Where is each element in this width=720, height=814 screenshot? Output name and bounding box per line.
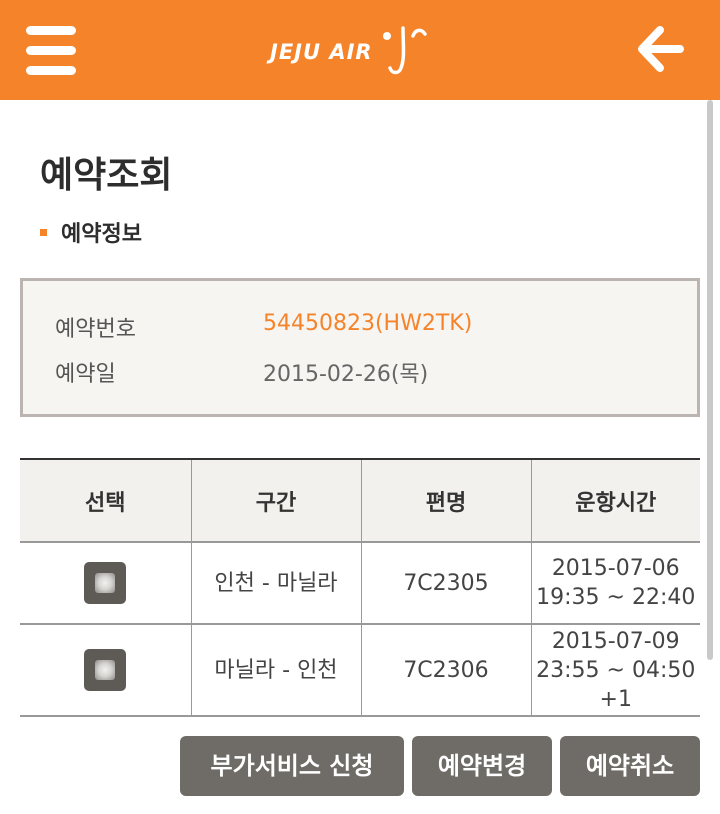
menu-icon[interactable] xyxy=(26,26,76,75)
app-header: JEJU AIR xyxy=(0,0,720,100)
header-time: 운항시간 xyxy=(530,458,700,543)
select-cell xyxy=(20,542,191,625)
change-reservation-button[interactable]: 예약변경 xyxy=(412,736,552,796)
jeju-air-logo[interactable]: JEJU AIR xyxy=(270,24,437,80)
select-checkbox[interactable] xyxy=(84,649,127,691)
extra-service-button[interactable]: 부가서비스 신청 xyxy=(180,736,404,796)
section-title-text: 예약정보 xyxy=(61,222,142,247)
header-select: 선택 xyxy=(20,458,191,543)
header-flight: 편명 xyxy=(360,458,531,543)
time-cell: 2015-07-06 19:35 ~ 22:40 xyxy=(530,542,700,625)
reservation-date-label: 예약일 xyxy=(55,362,116,387)
reservation-info-box: 예약번호 54450823(HW2TK) 예약일 2015-02-26(목) xyxy=(20,278,700,417)
smile-logo-icon xyxy=(382,26,427,75)
time-range: 23:55 ~ 04:50 xyxy=(536,657,696,683)
cancel-reservation-button[interactable]: 예약취소 xyxy=(560,736,700,796)
table-row: 인천 - 마닐라 7C2305 2015-07-06 19:35 ~ 22:40 xyxy=(20,542,700,625)
header-route: 구간 xyxy=(190,458,361,543)
flight-cell: 7C2305 xyxy=(360,542,531,625)
back-arrow-icon[interactable] xyxy=(634,24,686,74)
time-next-day: +1 xyxy=(599,686,632,712)
flight-cell: 7C2306 xyxy=(360,624,531,717)
time-range: 19:35 ~ 22:40 xyxy=(536,585,696,610)
time-cell: 2015-07-09 23:55 ~ 04:50 +1 xyxy=(530,624,700,717)
reservation-number-value: 54450823(HW2TK) xyxy=(263,311,473,336)
table-row: 마닐라 - 인천 7C2306 2015-07-09 23:55 ~ 04:50… xyxy=(20,624,700,717)
time-date: 2015-07-09 xyxy=(551,628,680,654)
reservation-number-label: 예약번호 xyxy=(55,317,136,342)
logo-text: JEJU AIR xyxy=(270,40,373,64)
time-date: 2015-07-06 xyxy=(551,556,680,581)
page-title: 예약조회 xyxy=(40,155,173,196)
reservation-date-value: 2015-02-26(목) xyxy=(263,362,429,387)
section-title: 예약정보 xyxy=(40,216,142,248)
menu-icon-bar xyxy=(26,66,76,75)
flight-table: 선택 구간 편명 운항시간 인천 - 마닐라 7C2305 2015-07-06… xyxy=(20,458,700,717)
select-cell xyxy=(20,624,191,717)
scrollbar[interactable] xyxy=(707,100,713,660)
table-header-row: 선택 구간 편명 운항시간 xyxy=(20,458,700,543)
route-cell: 인천 - 마닐라 xyxy=(190,542,361,625)
select-checkbox[interactable] xyxy=(84,562,127,604)
menu-icon-bar xyxy=(26,46,76,55)
menu-icon-bar xyxy=(26,26,76,35)
route-cell: 마닐라 - 인천 xyxy=(190,624,361,717)
bullet-icon xyxy=(40,228,47,236)
